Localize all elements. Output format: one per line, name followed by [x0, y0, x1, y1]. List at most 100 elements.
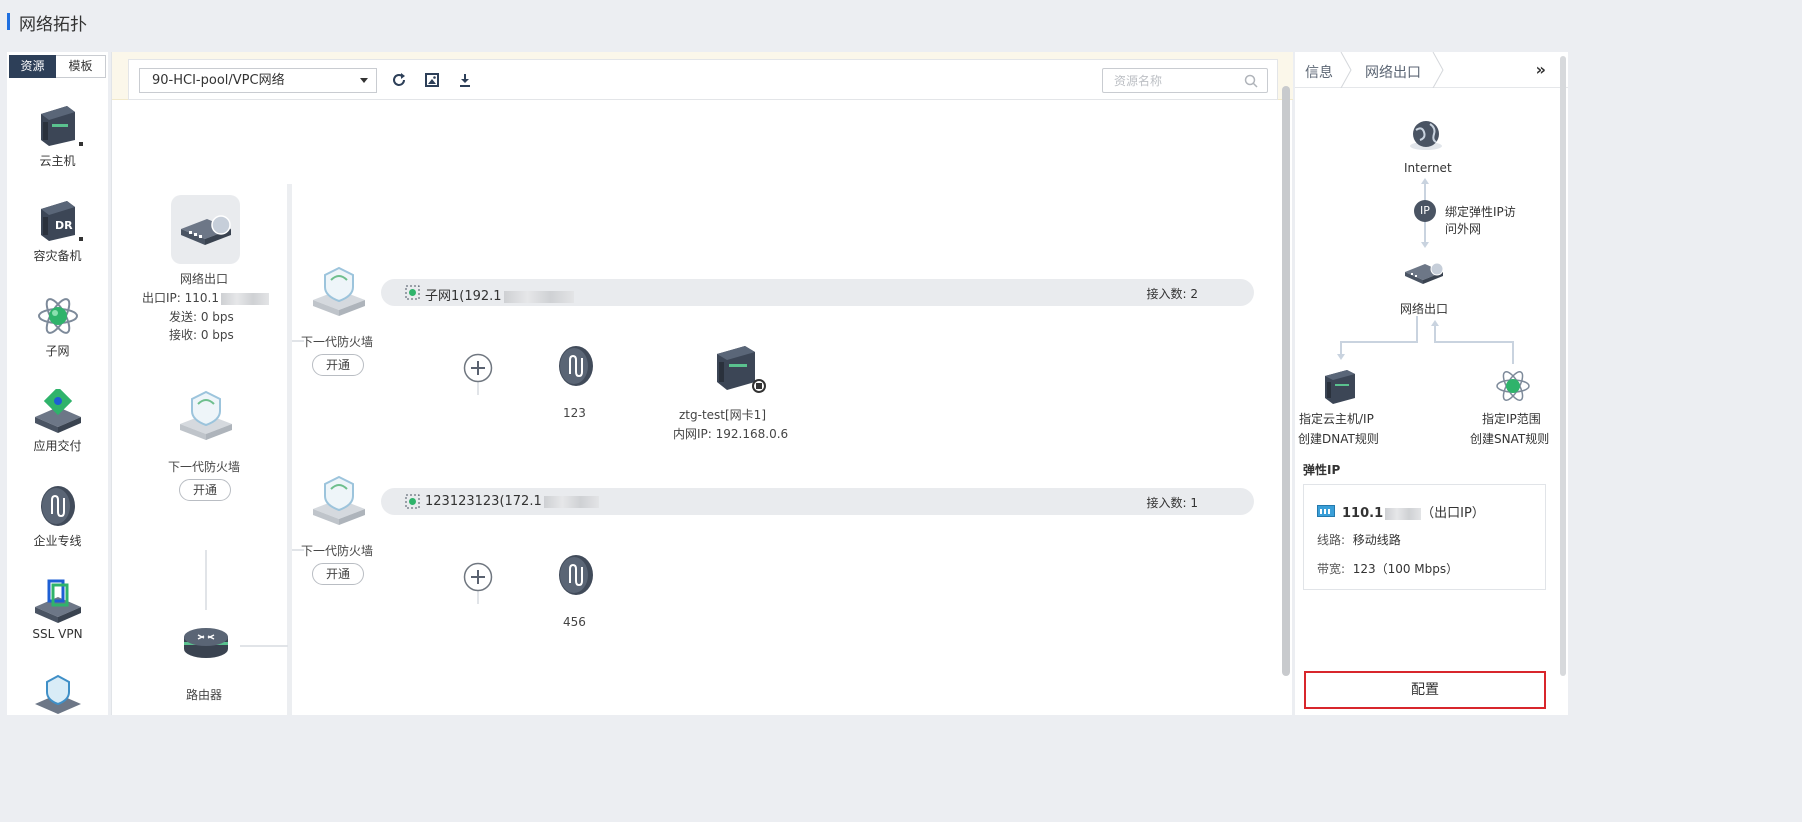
- gateway-send: 发送: 0 bps: [169, 310, 234, 324]
- server-icon[interactable]: [713, 344, 769, 396]
- enable-subnet-firewall-button[interactable]: 开通: [312, 354, 364, 376]
- tab-templates[interactable]: 模板: [56, 55, 106, 78]
- topology-canvas: 90-HCI-pool/VPC网络 资源名称 网络出口 出口IP: 110.1 …: [111, 52, 1293, 715]
- eip-line: 线路: 移动线路: [1317, 533, 1401, 547]
- enable-subnet-firewall-button[interactable]: 开通: [312, 563, 364, 585]
- toolbar-strip: 90-HCI-pool/VPC网络: [112, 52, 1293, 100]
- add-icon[interactable]: [463, 562, 493, 592]
- firewall-icon[interactable]: [311, 475, 367, 527]
- resource-panel: 资源 模板 云主机 DR 容灾备机 子网 应用交付 企业专线 SSL VPN: [7, 52, 108, 715]
- vpc-select-value: 90-HCI-pool/VPC网络: [152, 73, 285, 88]
- server-icon: [1325, 370, 1355, 404]
- resource-label: SSL VPN: [32, 627, 83, 641]
- resource-label: 子网: [45, 344, 70, 358]
- config-button[interactable]: 配置: [1304, 671, 1546, 709]
- page-header: 网络拓扑: [0, 0, 1568, 46]
- refresh-icon[interactable]: [391, 72, 407, 88]
- gateway-recv: 接收: 0 bps: [169, 328, 234, 342]
- firewall-icon[interactable]: [178, 390, 234, 442]
- resource-item-app-delivery[interactable]: 应用交付: [7, 389, 108, 454]
- subnet-name: 123123123(172.1: [425, 494, 599, 509]
- resource-search[interactable]: [1102, 68, 1268, 93]
- dr-server-icon: DR: [40, 201, 83, 241]
- node-label: ztg-test[网卡1]: [679, 408, 766, 422]
- subnet-icon: [405, 494, 420, 509]
- gateway-icon: [1405, 262, 1444, 284]
- panel-scrollbar[interactable]: [1560, 56, 1566, 676]
- eip-bandwidth: 带宽: 123（100 Mbps）: [1317, 562, 1459, 576]
- router-icon[interactable]: [182, 625, 230, 661]
- resource-tabs: 资源 模板: [9, 55, 106, 78]
- breadcrumb-separator-icon: [1432, 52, 1444, 88]
- subnet-bar[interactable]: 123123123(172.1 接入数: 1: [381, 488, 1254, 515]
- redacted-ip-blur: [503, 290, 574, 303]
- dnat-label-2: 创建DNAT规则: [1298, 432, 1379, 446]
- resource-item-ssl-vpn[interactable]: SSL VPN: [7, 579, 108, 641]
- info-panel: 信息 网络出口 » Internet IP 绑定弹性IP访 问外网 网络出口 指…: [1295, 52, 1568, 715]
- resource-item-dr-host[interactable]: DR 容灾备机: [7, 199, 108, 264]
- bind-eip-text: 绑定弹性IP访: [1445, 205, 1516, 219]
- subnet-icon: [37, 298, 78, 334]
- download-icon[interactable]: [457, 72, 473, 88]
- resource-item-firewall-partial[interactable]: [7, 674, 108, 715]
- redacted-ip-blur: [543, 495, 599, 508]
- gateway-node[interactable]: [171, 195, 240, 264]
- bind-eip-text-2: 问外网: [1445, 222, 1482, 236]
- dnat-label-1: 指定云主机/IP: [1299, 412, 1374, 426]
- enable-firewall-button[interactable]: 开通: [179, 479, 231, 501]
- subnet-icon: [405, 285, 420, 300]
- server-icon: [40, 106, 83, 146]
- title-accent-bar: [7, 13, 10, 30]
- firewall-icon: [34, 674, 81, 714]
- add-icon[interactable]: [463, 353, 493, 383]
- internet-label: Internet: [1404, 161, 1452, 175]
- resource-item-subnet[interactable]: 子网: [7, 294, 108, 359]
- topology-area: 网络出口 出口IP: 110.1 发送: 0 bps 接收: 0 bps 下一代…: [112, 100, 1282, 715]
- breadcrumb-info[interactable]: 信息: [1305, 62, 1333, 82]
- router-label: 路由器: [186, 688, 223, 702]
- vpc-select[interactable]: 90-HCI-pool/VPC网络: [139, 68, 377, 93]
- internet-globe-icon: [1410, 121, 1442, 150]
- resource-label: 容灾备机: [33, 249, 82, 263]
- enterprise-line-icon: [40, 486, 75, 526]
- node-ip: 内网IP: 192.168.0.6: [673, 427, 789, 441]
- enterprise-line-icon[interactable]: [557, 554, 595, 596]
- resource-item-enterprise-line[interactable]: 企业专线: [7, 484, 108, 549]
- collapse-icon[interactable]: »: [1536, 60, 1546, 79]
- gateway-icon: [181, 215, 231, 245]
- breadcrumb-gateway: 网络出口: [1365, 65, 1421, 81]
- page-title: 网络拓扑: [19, 15, 87, 35]
- search-icon[interactable]: [1244, 74, 1258, 88]
- svg-text:DR: DR: [55, 219, 73, 232]
- eip-section-title: 弹性IP: [1303, 463, 1341, 477]
- breadcrumb-separator-icon: [1340, 52, 1352, 88]
- image-export-icon[interactable]: [424, 72, 440, 88]
- subnet-icon: [1496, 371, 1530, 401]
- enterprise-line-icon[interactable]: [557, 345, 595, 387]
- ssl-vpn-icon: [34, 579, 81, 623]
- search-input[interactable]: [1103, 69, 1233, 92]
- eip-address: 110.1 （出口IP）: [1342, 506, 1485, 521]
- subnet-bar[interactable]: 子网1(192.1 接入数: 2: [381, 279, 1254, 306]
- tab-resources[interactable]: 资源: [9, 55, 56, 78]
- resource-item-cloud-host[interactable]: 云主机: [7, 104, 108, 169]
- snat-label-2: 创建SNAT规则: [1470, 432, 1550, 446]
- resource-label: 云主机: [39, 154, 76, 168]
- toolbar: 90-HCI-pool/VPC网络: [128, 59, 1278, 100]
- subnet-count: 接入数: 2: [1146, 287, 1199, 301]
- connector-line: [240, 645, 288, 647]
- gateway-label: 网络出口: [180, 272, 229, 286]
- breadcrumb: 信息 网络出口 »: [1295, 52, 1568, 88]
- chevron-down-icon: [360, 78, 368, 83]
- firewall-label: 下一代防火墙: [168, 460, 241, 474]
- subnet-count: 接入数: 1: [1146, 496, 1199, 510]
- redacted-ip-blur: [221, 292, 269, 305]
- subnet-firewall-label: 下一代防火墙: [301, 335, 374, 349]
- gateway-label: 网络出口: [1400, 302, 1449, 316]
- redacted-ip-blur: [1385, 507, 1422, 520]
- node-label: 123: [563, 406, 586, 420]
- firewall-icon[interactable]: [311, 266, 367, 318]
- app-delivery-icon: [34, 389, 81, 433]
- resource-label: 企业专线: [33, 534, 82, 548]
- canvas-scrollbar[interactable]: [1282, 86, 1290, 676]
